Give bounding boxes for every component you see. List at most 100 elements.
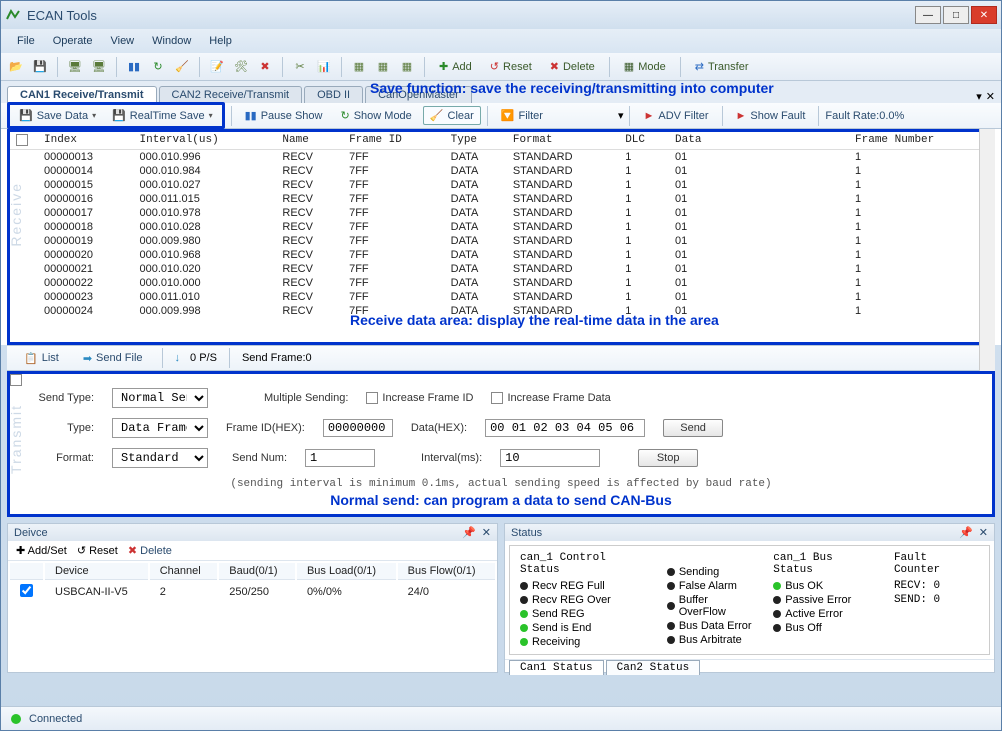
tab-close-icon[interactable]: ✕ bbox=[986, 90, 995, 103]
clear-button[interactable]: 🧹Clear bbox=[423, 106, 481, 125]
net-icon[interactable]: 🖥 bbox=[66, 58, 84, 76]
device-row[interactable]: USBCAN-II-V5 2 250/250 0%/0% 24/0 bbox=[10, 582, 495, 602]
dev-col-busload[interactable]: Bus Load(0/1) bbox=[297, 563, 396, 580]
filter-dropdown-icon[interactable]: ▾ bbox=[618, 109, 624, 122]
clear-icon[interactable]: 🧹 bbox=[173, 58, 191, 76]
col-name[interactable]: Name bbox=[276, 132, 343, 149]
minimize-button[interactable]: — bbox=[915, 6, 941, 24]
increase-frame-data-checkbox[interactable] bbox=[491, 392, 503, 404]
pause-icon[interactable]: ▮▮ bbox=[125, 58, 143, 76]
status-item: Active Error bbox=[773, 608, 878, 620]
device-delete-button[interactable]: ✖ Delete bbox=[128, 544, 172, 557]
status-item: Receiving bbox=[520, 636, 651, 648]
table-row[interactable]: 00000022000.010.000RECV7FFDATASTANDARD10… bbox=[10, 276, 992, 290]
list-button[interactable]: 📋List bbox=[17, 349, 66, 368]
panel-close-icon[interactable]: ✕ bbox=[979, 526, 988, 539]
menu-window[interactable]: Window bbox=[152, 35, 191, 47]
table-row[interactable]: 00000017000.010.978RECV7FFDATASTANDARD10… bbox=[10, 206, 992, 220]
table-row[interactable]: 00000019000.009.980RECV7FFDATASTANDARD10… bbox=[10, 234, 992, 248]
delete-icon[interactable]: ✖ bbox=[256, 58, 274, 76]
table-row[interactable]: 00000016000.011.015RECV7FFDATASTANDARD10… bbox=[10, 192, 992, 206]
transfer-button[interactable]: ⇄Transfer bbox=[689, 56, 755, 78]
add-button[interactable]: ✚Add bbox=[433, 56, 478, 78]
menu-file[interactable]: File bbox=[17, 35, 35, 47]
table-row[interactable]: 00000020000.010.968RECV7FFDATASTANDARD10… bbox=[10, 248, 992, 262]
overlay-recv-annotation: Receive data area: display the real-time… bbox=[350, 312, 719, 328]
format-label: Format: bbox=[30, 452, 94, 464]
tab-dropdown-icon[interactable]: ▾ bbox=[976, 90, 982, 103]
transmit-checkbox[interactable] bbox=[10, 374, 22, 386]
table-row[interactable]: 00000018000.010.028RECV7FFDATASTANDARD10… bbox=[10, 220, 992, 234]
col-dlc[interactable]: DLC bbox=[619, 132, 669, 149]
menu-view[interactable]: View bbox=[110, 35, 134, 47]
dev-col-device[interactable]: Device bbox=[45, 563, 148, 580]
save-icon[interactable]: 💾 bbox=[31, 58, 49, 76]
device-add-button[interactable]: ✚ Add/Set bbox=[16, 544, 67, 557]
table-row[interactable]: 00000021000.010.020RECV7FFDATASTANDARD10… bbox=[10, 262, 992, 276]
send-num-input[interactable] bbox=[305, 449, 375, 467]
dev-col-baud[interactable]: Baud(0/1) bbox=[219, 563, 295, 580]
frame-id-input[interactable] bbox=[323, 419, 393, 437]
tab-obd[interactable]: OBD II bbox=[304, 86, 363, 103]
show-mode-button[interactable]: ↻Show Mode bbox=[333, 106, 418, 125]
increase-frame-id-checkbox[interactable] bbox=[366, 392, 378, 404]
realtime-save-button[interactable]: 💾RealTime Save▾ bbox=[105, 106, 220, 125]
table-row[interactable]: 00000023000.011.010RECV7FFDATASTANDARD10… bbox=[10, 290, 992, 304]
tab-can2[interactable]: CAN2 Receive/Transmit bbox=[159, 86, 303, 103]
adv-filter-button[interactable]: ►ADV Filter bbox=[636, 107, 715, 125]
send-button[interactable]: Send bbox=[663, 419, 723, 437]
menu-help[interactable]: Help bbox=[209, 35, 232, 47]
grid3-icon[interactable]: ▦ bbox=[398, 58, 416, 76]
interval-input[interactable] bbox=[500, 449, 600, 467]
filter-button[interactable]: 🔽Filter bbox=[494, 106, 550, 125]
can1-status-tab[interactable]: Can1 Status bbox=[509, 660, 604, 675]
delete-button[interactable]: ✖Delete bbox=[544, 56, 601, 78]
device-row-checkbox[interactable] bbox=[20, 584, 33, 597]
fault-rate-label: Fault Rate:0.0% bbox=[825, 110, 904, 122]
type-select[interactable]: Data Frame bbox=[112, 418, 208, 438]
tools-icon[interactable]: 🛠 bbox=[232, 58, 250, 76]
save-data-button[interactable]: 💾Save Data▾ bbox=[12, 106, 103, 125]
show-fault-button[interactable]: ►Show Fault bbox=[729, 107, 813, 125]
open-icon[interactable]: 📂 bbox=[7, 58, 25, 76]
data-hex-input[interactable] bbox=[485, 419, 645, 437]
close-button[interactable]: ✕ bbox=[971, 6, 997, 24]
transfer-icon: ⇄ bbox=[695, 60, 704, 73]
panel-close-icon[interactable]: ✕ bbox=[482, 526, 491, 539]
can2-status-tab[interactable]: Can2 Status bbox=[606, 660, 701, 675]
col-data[interactable]: Data bbox=[669, 132, 849, 149]
col-framenum[interactable]: Frame Number bbox=[849, 132, 992, 149]
pin-icon[interactable]: 📌 bbox=[462, 526, 476, 539]
stop-button[interactable]: Stop bbox=[638, 449, 698, 467]
chart-icon[interactable]: 📊 bbox=[315, 58, 333, 76]
tab-can1[interactable]: CAN1 Receive/Transmit bbox=[7, 86, 157, 103]
table-row[interactable]: 00000014000.010.984RECV7FFDATASTANDARD10… bbox=[10, 164, 992, 178]
send-type-select[interactable]: Normal Send bbox=[112, 388, 208, 408]
col-type[interactable]: Type bbox=[445, 132, 507, 149]
transmit-side-label: Transmit bbox=[8, 404, 24, 474]
cut-icon[interactable]: ✂ bbox=[291, 58, 309, 76]
select-all-checkbox[interactable] bbox=[16, 134, 28, 146]
send-file-button[interactable]: ➡Send File bbox=[76, 349, 150, 368]
refresh-icon[interactable]: ↻ bbox=[149, 58, 167, 76]
col-format[interactable]: Format bbox=[507, 132, 619, 149]
edit-icon[interactable]: 📝 bbox=[208, 58, 226, 76]
grid2-icon[interactable]: ▦ bbox=[374, 58, 392, 76]
col-interval[interactable]: Interval(us) bbox=[134, 132, 277, 149]
pin-icon[interactable]: 📌 bbox=[959, 526, 973, 539]
pause-show-button[interactable]: ▮▮Pause Show bbox=[238, 106, 330, 125]
table-row[interactable]: 00000013000.010.996RECV7FFDATASTANDARD10… bbox=[10, 149, 992, 164]
format-select[interactable]: Standard bbox=[112, 448, 208, 468]
device-reset-button[interactable]: ↺ Reset bbox=[77, 544, 118, 557]
dev-col-busflow[interactable]: Bus Flow(0/1) bbox=[398, 563, 495, 580]
menu-operate[interactable]: Operate bbox=[53, 35, 93, 47]
table-row[interactable]: 00000015000.010.027RECV7FFDATASTANDARD10… bbox=[10, 178, 992, 192]
net2-icon[interactable]: 🖥 bbox=[90, 58, 108, 76]
reset-button[interactable]: ↺Reset bbox=[484, 56, 538, 78]
dev-col-channel[interactable]: Channel bbox=[150, 563, 218, 580]
col-index[interactable]: Index bbox=[38, 132, 134, 149]
maximize-button[interactable]: □ bbox=[943, 6, 969, 24]
col-frameid[interactable]: Frame ID bbox=[343, 132, 445, 149]
mode-button[interactable]: ▦Mode bbox=[618, 56, 672, 78]
grid1-icon[interactable]: ▦ bbox=[350, 58, 368, 76]
